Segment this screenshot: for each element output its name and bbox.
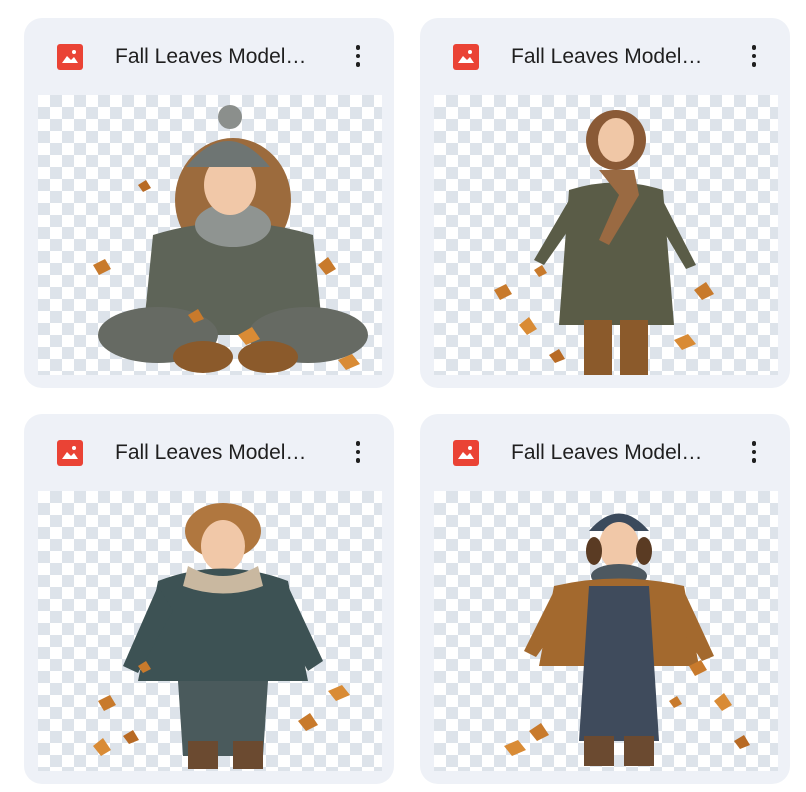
more-dot xyxy=(751,62,757,67)
file-card[interactable]: Fall Leaves Model… xyxy=(420,18,790,388)
file-thumbnail[interactable] xyxy=(434,491,778,771)
child-in-leaves-image xyxy=(504,513,750,766)
more-dot xyxy=(355,449,361,455)
file-title: Fall Leaves Model… xyxy=(115,441,307,464)
more-dot xyxy=(355,458,361,463)
more-dot xyxy=(751,45,757,50)
more-options-button[interactable] xyxy=(740,40,768,72)
file-card[interactable]: Fall Leaves Model… xyxy=(420,414,790,784)
more-dot xyxy=(751,458,757,463)
file-card-header: Fall Leaves Model… xyxy=(420,18,790,94)
file-thumbnail[interactable] xyxy=(38,95,382,375)
file-thumbnail[interactable] xyxy=(38,491,382,771)
more-options-button[interactable] xyxy=(344,40,372,72)
file-title: Fall Leaves Model… xyxy=(511,45,703,68)
child-in-leaves-image xyxy=(93,105,368,373)
more-options-button[interactable] xyxy=(344,436,372,468)
file-card[interactable]: Fall Leaves Model… xyxy=(24,18,394,388)
file-card-header: Fall Leaves Model… xyxy=(24,414,394,490)
file-thumbnail[interactable] xyxy=(434,95,778,375)
file-card-header: Fall Leaves Model… xyxy=(420,414,790,490)
more-dot xyxy=(355,62,361,67)
file-title: Fall Leaves Model… xyxy=(511,441,703,464)
image-file-icon xyxy=(453,440,479,466)
child-in-leaves-image xyxy=(93,503,350,769)
more-dot xyxy=(751,53,757,59)
more-dot xyxy=(751,441,757,446)
more-dot xyxy=(355,45,361,50)
image-file-icon xyxy=(57,440,83,466)
file-title: Fall Leaves Model… xyxy=(115,45,307,68)
child-in-leaves-image xyxy=(494,110,714,375)
file-card[interactable]: Fall Leaves Model… xyxy=(24,414,394,784)
more-dot xyxy=(355,441,361,446)
file-card-header: Fall Leaves Model… xyxy=(24,18,394,94)
more-options-button[interactable] xyxy=(740,436,768,468)
image-file-icon xyxy=(57,44,83,70)
more-dot xyxy=(355,53,361,59)
image-file-icon xyxy=(453,44,479,70)
more-dot xyxy=(751,449,757,455)
